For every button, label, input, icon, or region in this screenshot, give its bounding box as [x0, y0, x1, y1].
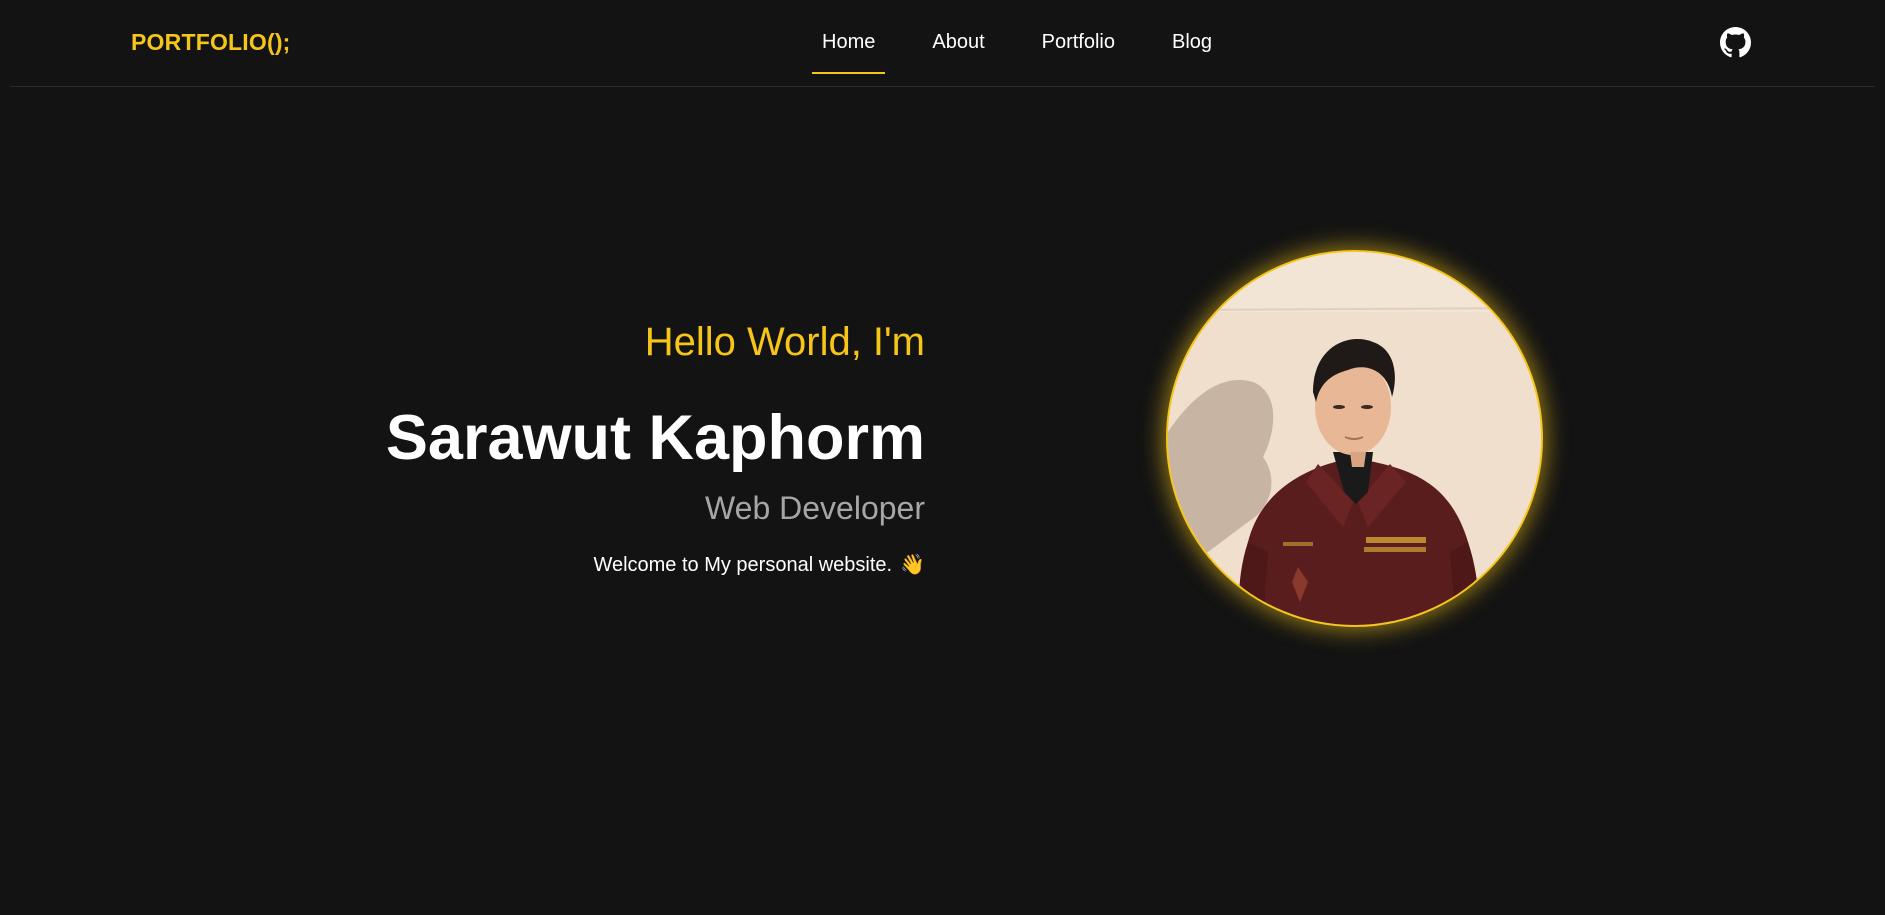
github-link[interactable]	[1720, 27, 1752, 59]
hero-role: Web Developer	[705, 490, 925, 526]
profile-photo	[1166, 250, 1543, 627]
waving-hand-icon: 👋	[900, 554, 925, 576]
nav-item-portfolio[interactable]: Portfolio	[1032, 0, 1125, 75]
hero-greeting: Hello World, I'm	[644, 320, 925, 364]
github-icon	[1720, 27, 1752, 58]
nav-item-about[interactable]: About	[922, 0, 994, 75]
main-nav: Home About Portfolio Blog	[812, 0, 1222, 87]
nav-item-home[interactable]: Home	[812, 0, 886, 75]
hero-intro: Hello World, I'm Sarawut Kaphorm Web Dev…	[225, 318, 925, 578]
hero-name: Sarawut Kaphorm	[385, 403, 925, 473]
page: PORTFOLIO(); Home About Portfolio Blog H…	[0, 0, 1885, 915]
hero-welcome-text: Welcome to My personal website.	[593, 554, 893, 576]
nav-item-blog[interactable]: Blog	[1162, 0, 1222, 75]
site-header: PORTFOLIO(); Home About Portfolio Blog	[0, 0, 1885, 87]
hero-welcome: Welcome to My personal website. 👋	[225, 552, 925, 578]
site-logo[interactable]: PORTFOLIO();	[131, 29, 291, 56]
header-divider	[10, 86, 1875, 87]
profile-photo-illustration	[1168, 252, 1541, 625]
